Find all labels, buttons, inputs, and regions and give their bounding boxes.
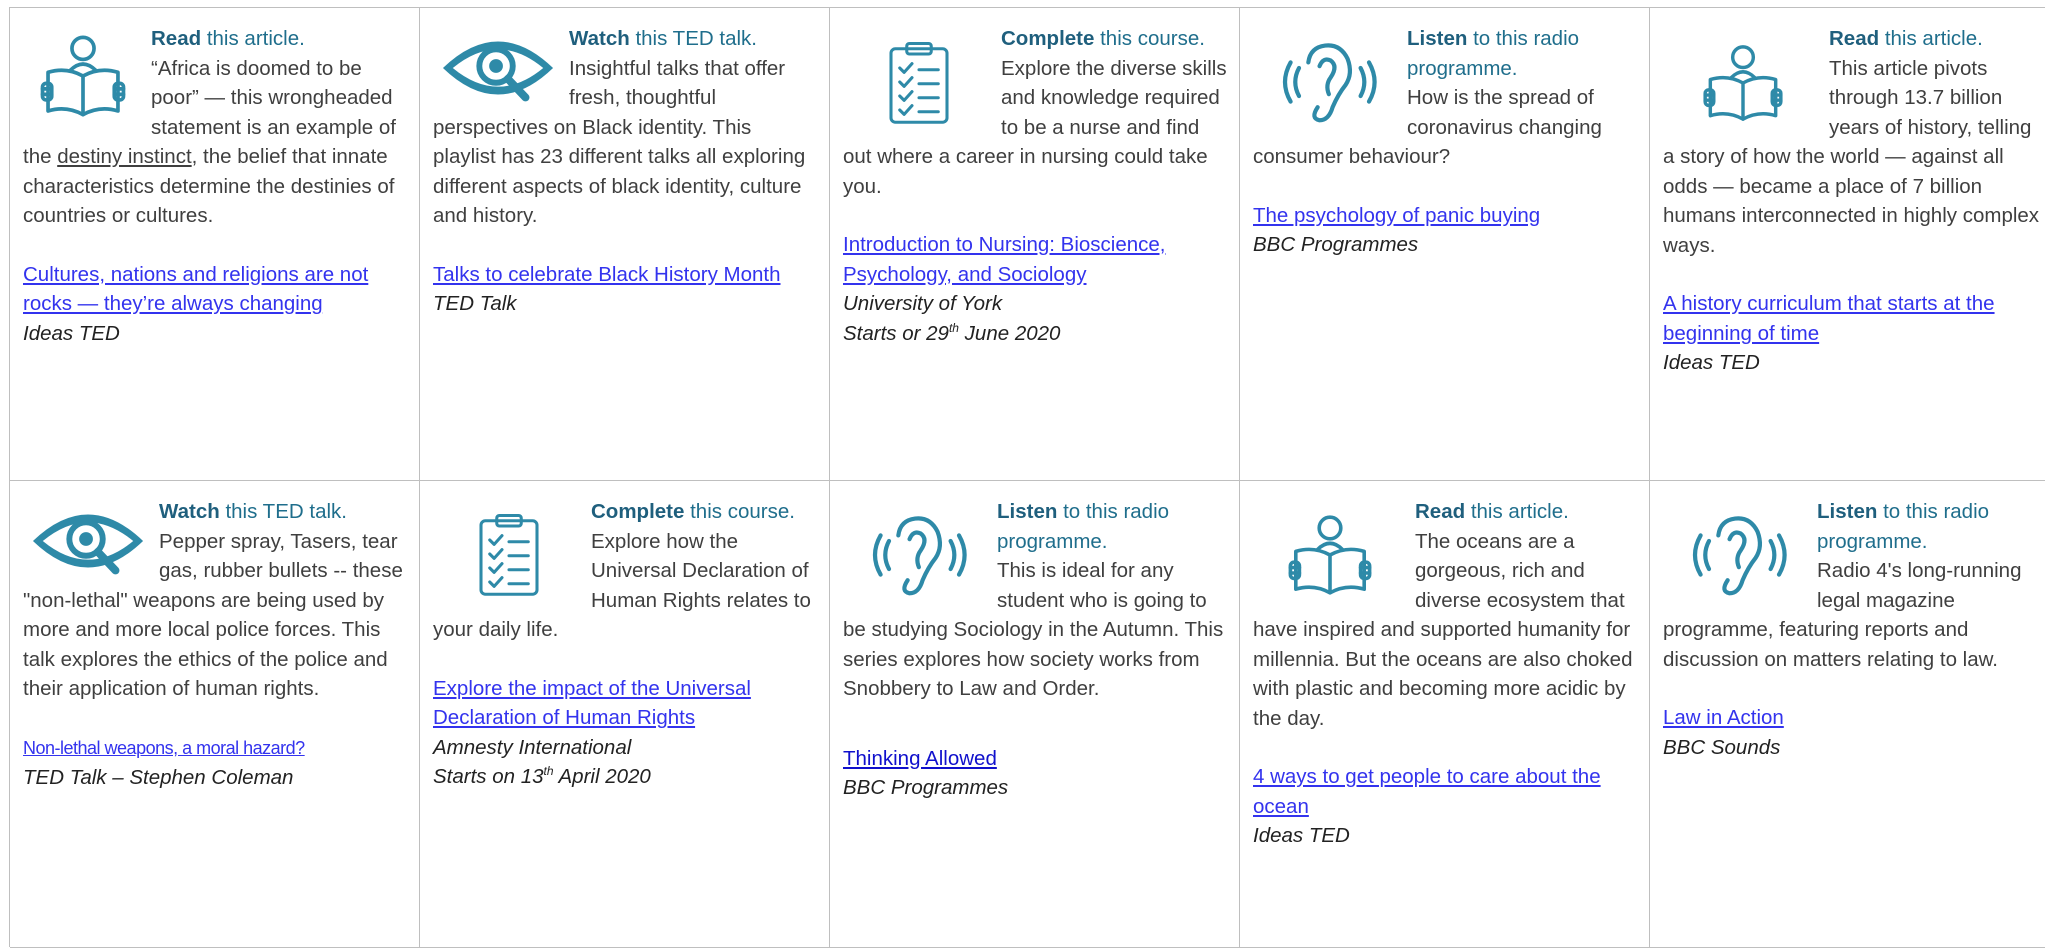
clipboard-icon — [433, 497, 585, 611]
card-source: TED Talk – Stephen Coleman — [23, 766, 294, 789]
reader-icon — [1253, 497, 1407, 613]
card-source: BBC Programmes — [1253, 233, 1419, 256]
ear-icon — [1663, 497, 1811, 613]
ear-icon — [843, 497, 991, 613]
card-source: University of York — [843, 292, 1003, 315]
programme-link[interactable]: Law in Action — [1663, 703, 1784, 733]
talk-link[interactable]: Non-lethal weapons, a moral hazard? — [23, 734, 305, 764]
activity-card: Complete this course. Explore the divers… — [830, 8, 1240, 481]
activity-card: Complete this course. Explore how the Un… — [420, 481, 830, 948]
activity-card: Listen to this radio programme. Radio 4'… — [1650, 481, 2045, 948]
card-source: BBC Sounds — [1663, 735, 1781, 759]
course-link[interactable]: Explore the impact of the Universal Decl… — [433, 674, 817, 733]
activity-card: Read this article. “Africa is doomed to … — [10, 8, 420, 481]
card-source: BBC Programmes — [843, 776, 1009, 799]
card-source: TED Talk — [433, 292, 517, 315]
course-start-date: Starts or 29th June 2020 — [843, 320, 1061, 345]
course-start-date: Starts on 13th April 2020 — [433, 764, 651, 788]
programme-link[interactable]: The psychology of panic buying — [1253, 201, 1540, 231]
activity-card: Listen to this radio programme. This is … — [830, 481, 1240, 948]
ear-icon — [1253, 24, 1401, 140]
article-link[interactable]: A history curriculum that starts at the … — [1663, 289, 2042, 348]
article-link[interactable]: Cultures, nations and religions are not … — [23, 260, 407, 319]
playlist-link[interactable]: Talks to celebrate Black History Month — [433, 260, 781, 290]
activity-grid: Read this article. “Africa is doomed to … — [9, 7, 2045, 948]
clipboard-icon — [843, 24, 995, 140]
destiny-instinct-term: destiny instinct — [57, 145, 192, 168]
card-source: Ideas TED — [1253, 824, 1350, 847]
card-source: Amnesty International — [433, 735, 632, 759]
activity-card: Watch this TED talk. Pepper spray, Taser… — [10, 481, 420, 948]
eye-icon — [23, 497, 153, 585]
course-link[interactable]: Introduction to Nursing: Bioscience, Psy… — [843, 230, 1227, 289]
activity-card: Read this article. This article pivots t… — [1650, 8, 2045, 481]
activity-card: Read this article. The oceans are a gorg… — [1240, 481, 1650, 948]
reader-icon — [1663, 24, 1823, 142]
reader-icon — [23, 24, 143, 128]
eye-icon — [433, 24, 563, 112]
programme-link[interactable]: Thinking Allowed — [843, 744, 997, 774]
card-source: Ideas TED — [23, 321, 120, 345]
activity-card: Watch this TED talk. Insightful talks th… — [420, 8, 830, 481]
article-link[interactable]: 4 ways to get people to care about the o… — [1253, 762, 1637, 821]
activity-card: Listen to this radio programme. How is t… — [1240, 8, 1650, 481]
card-source: Ideas TED — [1663, 351, 1760, 374]
